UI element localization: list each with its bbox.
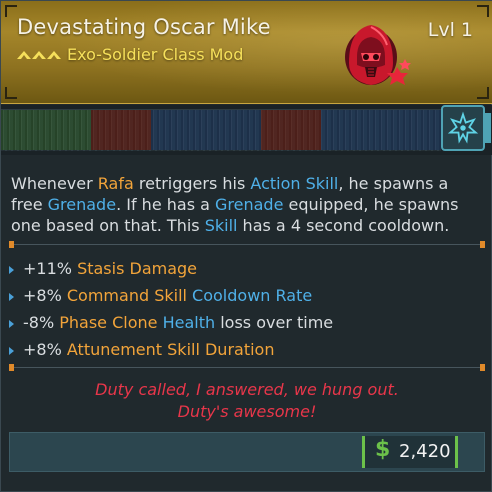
keyword-blue: Action Skill (250, 174, 339, 193)
bullet-arrow-icon (9, 266, 14, 274)
section-divider (9, 364, 485, 371)
text-segment: Whenever (11, 174, 98, 193)
header-corner-mark (5, 87, 17, 99)
section-divider (9, 241, 485, 248)
divider-cap (480, 241, 485, 248)
keyword-blue: Skill (204, 216, 238, 235)
item-header: Devastating Oscar Mike Exo-Soldier Class… (1, 1, 492, 104)
keyword-blue: Grenade (47, 195, 117, 214)
text-segment: . If he has a (116, 195, 215, 214)
keyword-orange: Stasis Damage (77, 259, 198, 278)
header-corner-mark (5, 5, 17, 17)
text-segment: +8% (23, 286, 67, 305)
keyword-blue: Health (162, 313, 216, 332)
stat-line: -8% Phase Clone Health loss over time (9, 311, 479, 338)
divider-line (9, 244, 485, 245)
price-box: $ 2,420 (362, 436, 458, 468)
stat-line: +11% Stasis Damage (9, 257, 479, 284)
keyword-orange: Rafa (97, 174, 134, 193)
stripe-band (1, 105, 492, 155)
text-segment: loss over time (215, 313, 334, 332)
stripe-pattern (1, 109, 441, 151)
stat-list: +11% Stasis Damage +8% Command Skill Cool… (9, 257, 479, 365)
bullet-arrow-icon (9, 320, 14, 328)
price-value: 2,420 (399, 441, 451, 462)
text-segment: has a 4 second cooldown. (237, 216, 450, 235)
bullet-arrow-icon (9, 347, 14, 355)
keyword-orange: Attunement Skill Duration (66, 340, 275, 359)
rarity-chevrons-icon (17, 51, 61, 59)
band-end-marker (485, 113, 491, 143)
price-footer: $ 2,420 (9, 432, 485, 472)
item-level: Lvl 1 (427, 19, 473, 41)
header-corner-mark (477, 87, 489, 99)
keyword-orange: Command Skill (66, 286, 187, 305)
divider-line (9, 367, 485, 368)
keyword-blue: Cooldown Rate (192, 286, 313, 305)
item-description: Whenever Rafa retriggers his Action Skil… (11, 173, 481, 236)
dollar-icon: $ (375, 437, 391, 462)
cyan-star-emblem-icon (441, 105, 485, 151)
stat-line: +8% Command Skill Cooldown Rate (9, 284, 479, 311)
flavor-line: Duty called, I answered, we hung out. (95, 380, 399, 399)
item-name: Devastating Oscar Mike (17, 15, 271, 39)
stat-line: +8% Attunement Skill Duration (9, 338, 479, 365)
text-segment: retriggers his (133, 174, 251, 193)
item-type: Exo-Soldier Class Mod (67, 45, 244, 64)
header-corner-mark (477, 5, 489, 17)
divider-cap (9, 364, 14, 371)
keyword-orange: Phase Clone (59, 313, 158, 332)
stripe-notch (1, 150, 441, 155)
divider-cap (9, 241, 14, 248)
bullet-arrow-icon (9, 293, 14, 301)
flavor-text: Duty called, I answered, we hung out. Du… (1, 379, 492, 423)
text-segment: -8% (23, 313, 60, 332)
item-card: Devastating Oscar Mike Exo-Soldier Class… (0, 0, 492, 492)
red-hooded-helmet-icon (345, 25, 411, 85)
keyword-blue: Grenade (215, 195, 284, 214)
flavor-line: Duty's awesome! (177, 402, 317, 421)
divider-cap (480, 364, 485, 371)
text-segment: +11% (23, 259, 78, 278)
text-segment: +8% (23, 340, 67, 359)
